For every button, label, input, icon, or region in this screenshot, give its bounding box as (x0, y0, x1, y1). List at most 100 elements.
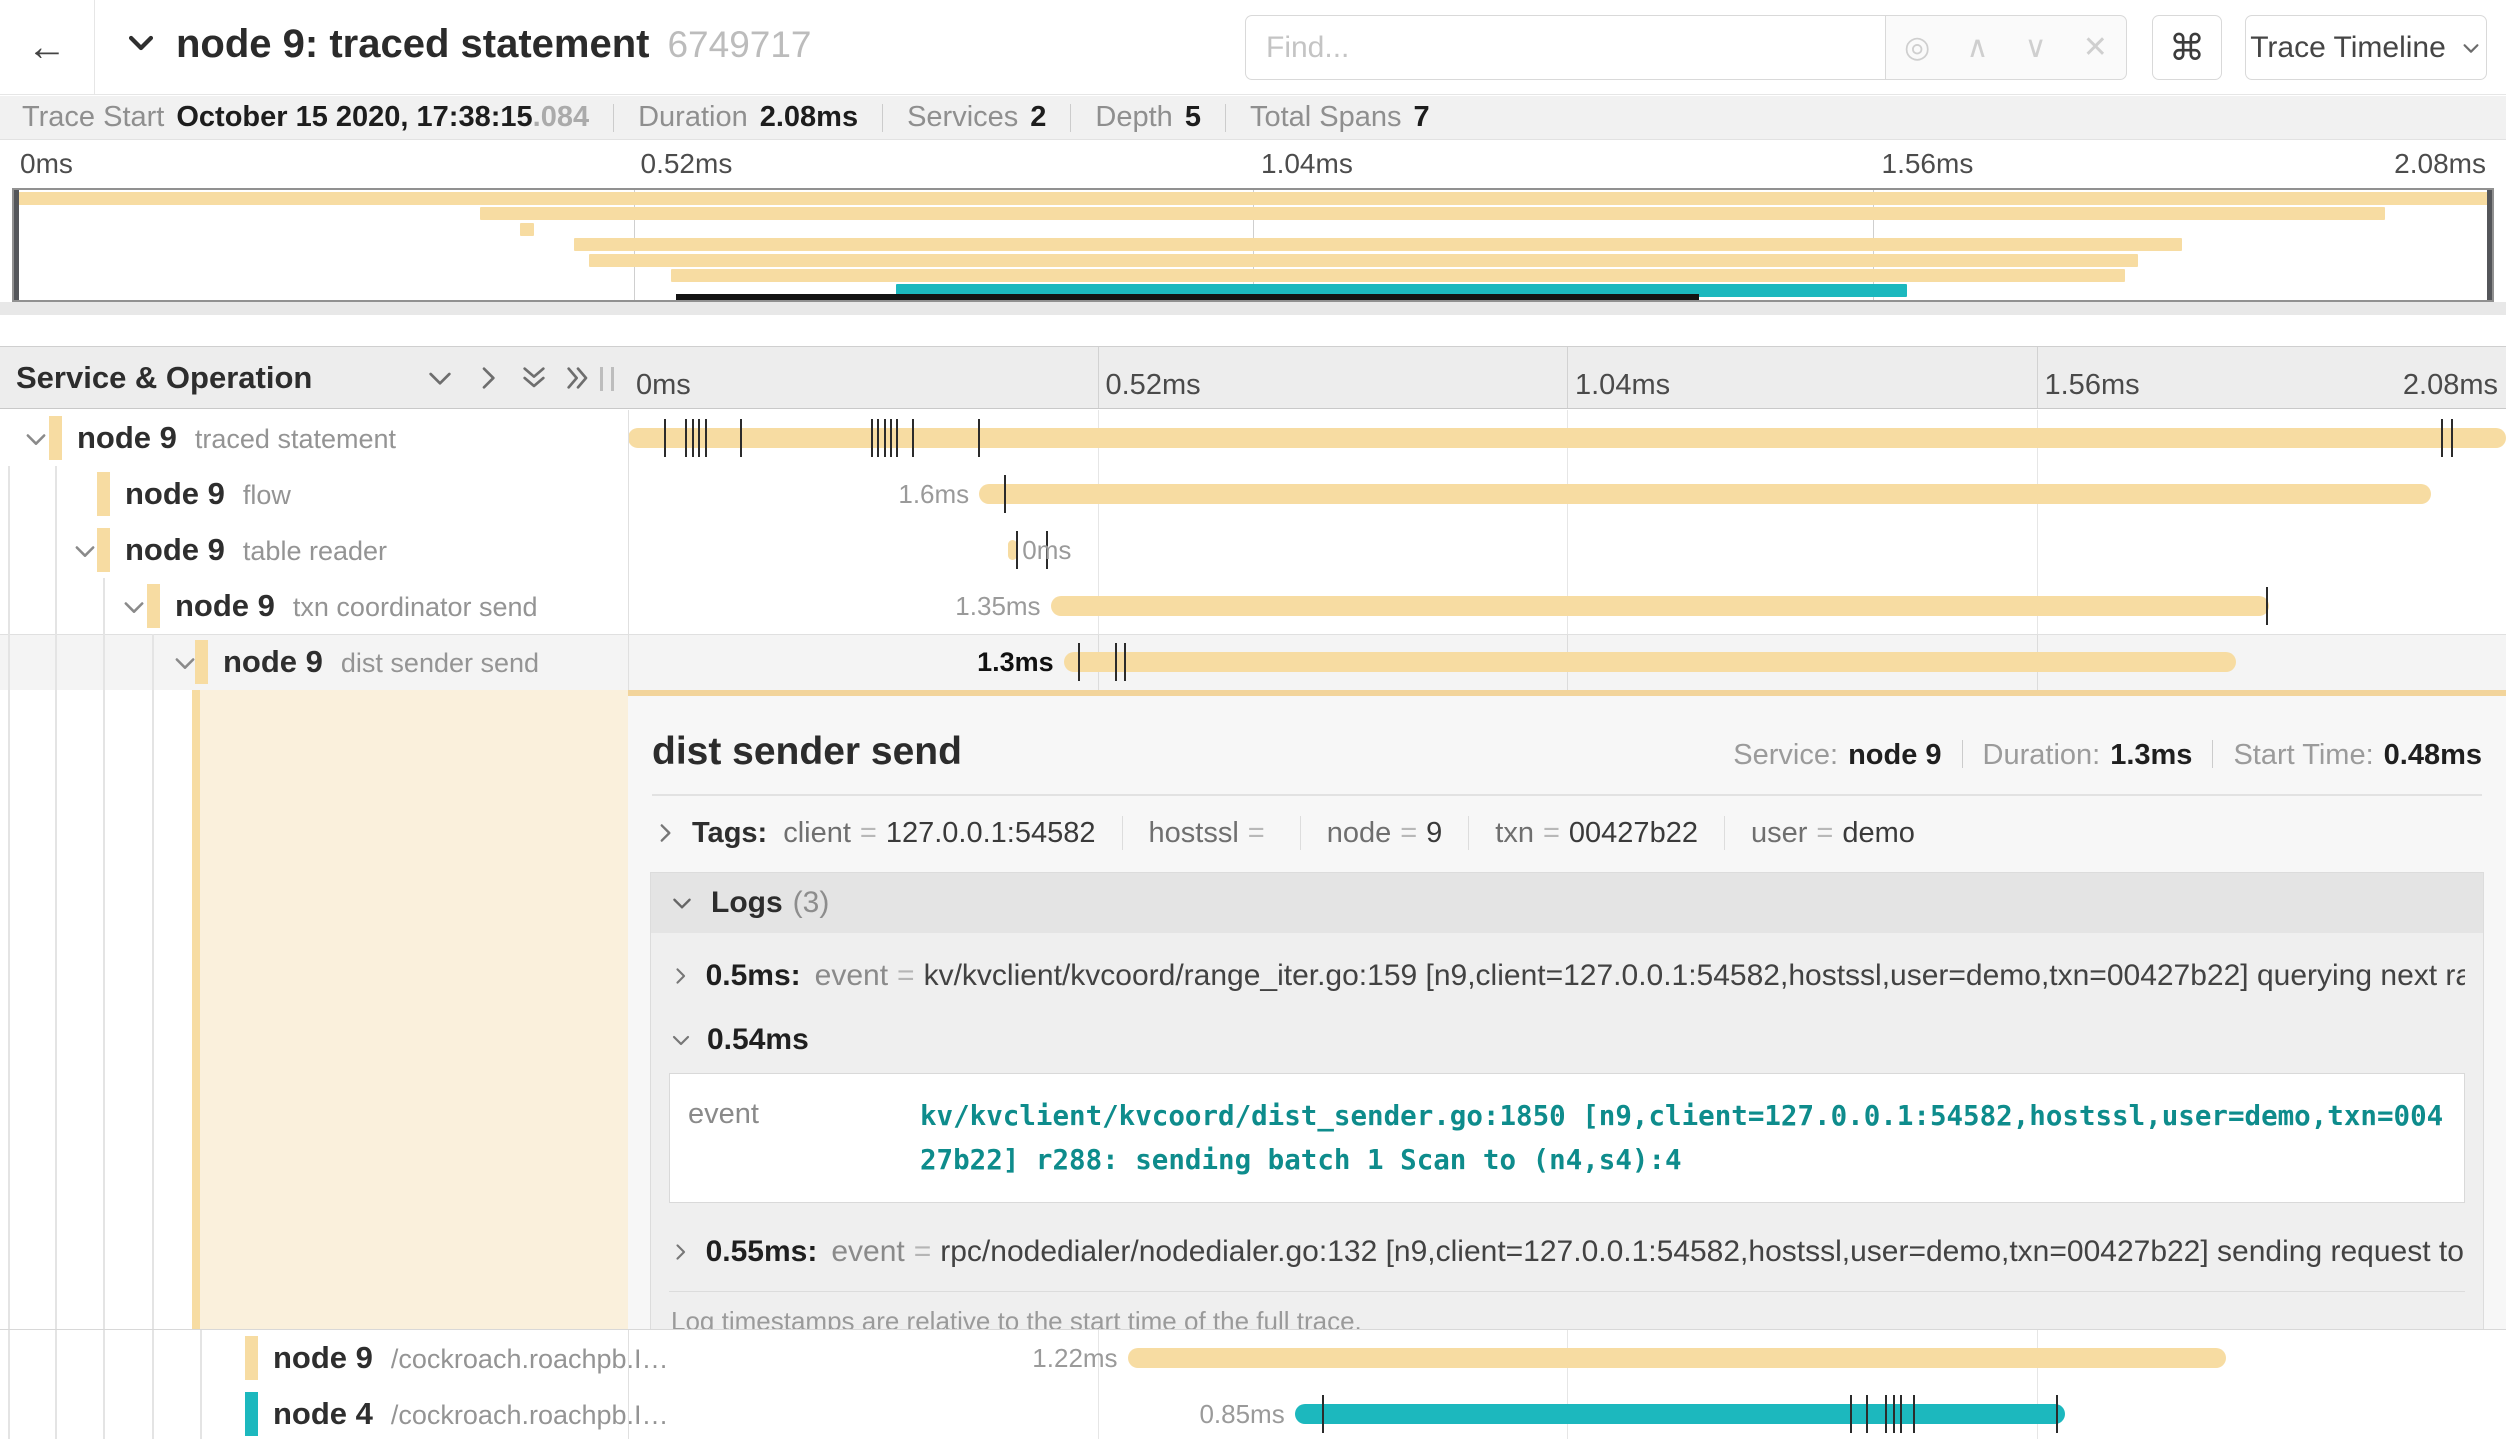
span-row-label: node 4/cockroach.roachpb.I… (0, 1386, 628, 1439)
find-next-icon[interactable]: ∨ (2025, 30, 2047, 65)
tags-row[interactable]: Tags: client=127.0.0.1:54582hostssl=node… (650, 796, 2484, 868)
time-tick-label: 0.52ms (641, 148, 733, 180)
service-name: node 9 (125, 532, 225, 567)
chevron-down-icon (2460, 37, 2482, 59)
span-row-label: node 9txn coordinator send (0, 578, 628, 634)
span-duration-label: 0ms (1022, 522, 1071, 578)
ruler-ticks: 0ms0.52ms1.04ms1.56ms2.08ms (628, 347, 2506, 408)
span-row[interactable]: node 9traced statement (0, 410, 2506, 466)
log-value-mono: kv/kvclient/kvcoord/dist_sender.go:1850 … (920, 1094, 2446, 1182)
equals-sign: = (1816, 817, 1833, 850)
stat-divider (1070, 104, 1071, 132)
detail-meta-value: 0.48ms (2384, 739, 2482, 771)
span-duration-bar[interactable] (979, 484, 2431, 504)
find-target-icon[interactable]: ◎ (1904, 30, 1930, 65)
span-row-label: node 9table reader (0, 522, 628, 578)
time-tick-label: 1.56ms (2045, 369, 2140, 402)
operation-name: /cockroach.roachpb.I… (391, 1400, 669, 1430)
span-row[interactable]: node 9flow1.6ms (0, 466, 2506, 522)
trace-minimap[interactable] (12, 188, 2494, 302)
collapse-one-icon[interactable] (424, 362, 456, 399)
chevron-down-icon[interactable] (71, 537, 99, 570)
chevron-down-icon[interactable] (120, 593, 148, 626)
detail-meta-value: node 9 (1848, 739, 1941, 771)
chevron-down-icon (669, 890, 695, 916)
tag-key: txn (1495, 817, 1534, 850)
equals-sign: = (1400, 817, 1417, 850)
meta-divider (2212, 740, 2213, 768)
span-name: node 9/cockroach.roachpb.I… (273, 1330, 669, 1392)
tag-value: demo (1842, 817, 1915, 850)
minimap-span-bar (671, 269, 2126, 282)
log-entry-collapsed[interactable]: 0.5ms: event = kv/kvclient/kvcoord/range… (669, 939, 2465, 1011)
log-event-tick (2451, 419, 2453, 457)
tag-divider (1300, 816, 1301, 850)
logs-note: Log timestamps are relative to the start… (669, 1291, 2465, 1330)
span-duration-label: 1.22ms (1032, 1330, 1117, 1386)
logs-header[interactable]: Logs (3) (651, 873, 2483, 933)
stat-label: Services (907, 101, 1018, 134)
stat-value: October 15 2020, 17:38:15 (176, 101, 532, 134)
column-resize-grip[interactable] (600, 367, 614, 391)
service-color-chip (147, 584, 160, 628)
span-detail-panel: dist sender send Service:node 9Duration:… (628, 690, 2506, 1330)
span-row-timeline: 1.35ms (628, 578, 2506, 634)
detail-meta-label: Duration: (1983, 739, 2101, 771)
minimap-selection-underline (676, 294, 1699, 300)
span-row-timeline: 1.6ms (628, 466, 2506, 522)
expand-one-icon[interactable] (472, 362, 504, 399)
span-detail-meta: Service:node 9Duration:1.3msStart Time:0… (1733, 739, 2482, 772)
log-event-tick (1900, 1395, 1902, 1433)
logs-body: 0.5ms: event = kv/kvclient/kvcoord/range… (651, 933, 2483, 1330)
time-tick-label: 1.04ms (1261, 148, 1353, 180)
stat-divider (1225, 104, 1226, 132)
minimap-span-bar (589, 254, 2138, 267)
time-tick-label: 0.52ms (1106, 369, 1201, 402)
span-name: node 9table reader (125, 522, 387, 584)
stat-label: Trace Start (22, 101, 164, 134)
log-entry-expanded-header[interactable]: 0.54ms (669, 1011, 2465, 1071)
logs-count: (3) (793, 886, 830, 920)
operation-name: /cockroach.roachpb.I… (391, 1344, 669, 1374)
meta-divider (1962, 740, 1963, 768)
span-duration-bar[interactable] (1064, 652, 2236, 672)
log-event-tick (692, 419, 694, 457)
collapse-all-icon[interactable] (518, 362, 550, 399)
find-prev-icon[interactable]: ∧ (1966, 30, 1988, 65)
span-row[interactable]: node 9/cockroach.roachpb.I… 1.22ms (0, 1330, 2506, 1386)
service-name: node 9 (273, 1340, 373, 1375)
minimap-left-scrubber[interactable] (14, 190, 19, 300)
log-event-tick (1885, 1395, 1887, 1433)
keyboard-shortcuts-button[interactable]: ⌘ (2152, 15, 2222, 80)
span-row[interactable]: node 9dist sender send1.3ms (0, 634, 2506, 690)
service-color-chip (97, 472, 110, 516)
minimap-span-bar (520, 223, 535, 236)
chevron-down-icon[interactable] (22, 425, 50, 458)
span-row[interactable]: node 9txn coordinator send1.35ms (0, 578, 2506, 634)
span-row[interactable]: node 4/cockroach.roachpb.I…0.85ms (0, 1386, 2506, 1439)
span-duration-bar[interactable] (1051, 596, 2270, 616)
minimap-right-scrubber[interactable] (2487, 190, 2492, 300)
back-button[interactable]: ← (0, 0, 95, 95)
log-keyvalue-table: event kv/kvclient/kvcoord/dist_sender.go… (669, 1073, 2465, 1203)
stat-label: Duration (638, 101, 748, 134)
service-name: node 9 (175, 588, 275, 623)
expand-all-icon[interactable] (562, 362, 594, 399)
span-duration-bar[interactable] (1128, 1348, 2227, 1368)
tags-label: Tags: (692, 817, 767, 850)
log-event-tick (705, 419, 707, 457)
view-selector-label: Trace Timeline (2250, 31, 2446, 65)
find-input[interactable] (1245, 15, 1885, 80)
span-duration-bar[interactable] (1295, 1404, 2065, 1424)
log-event-tick (871, 419, 873, 457)
log-key: event (815, 959, 888, 993)
view-selector-button[interactable]: Trace Timeline (2245, 15, 2487, 80)
span-duration-bar[interactable] (628, 428, 2506, 448)
log-entry-collapsed[interactable]: 0.55ms: event = rpc/nodedialer/nodediale… (669, 1215, 2465, 1287)
time-tick-label: 0ms (20, 148, 73, 180)
find-clear-icon[interactable]: ✕ (2083, 30, 2108, 65)
log-event-tick (2441, 419, 2443, 457)
span-row-timeline: 0ms (628, 522, 2506, 578)
title-chevron-down-icon[interactable] (124, 26, 158, 65)
span-row[interactable]: node 9table reader 0ms (0, 522, 2506, 578)
